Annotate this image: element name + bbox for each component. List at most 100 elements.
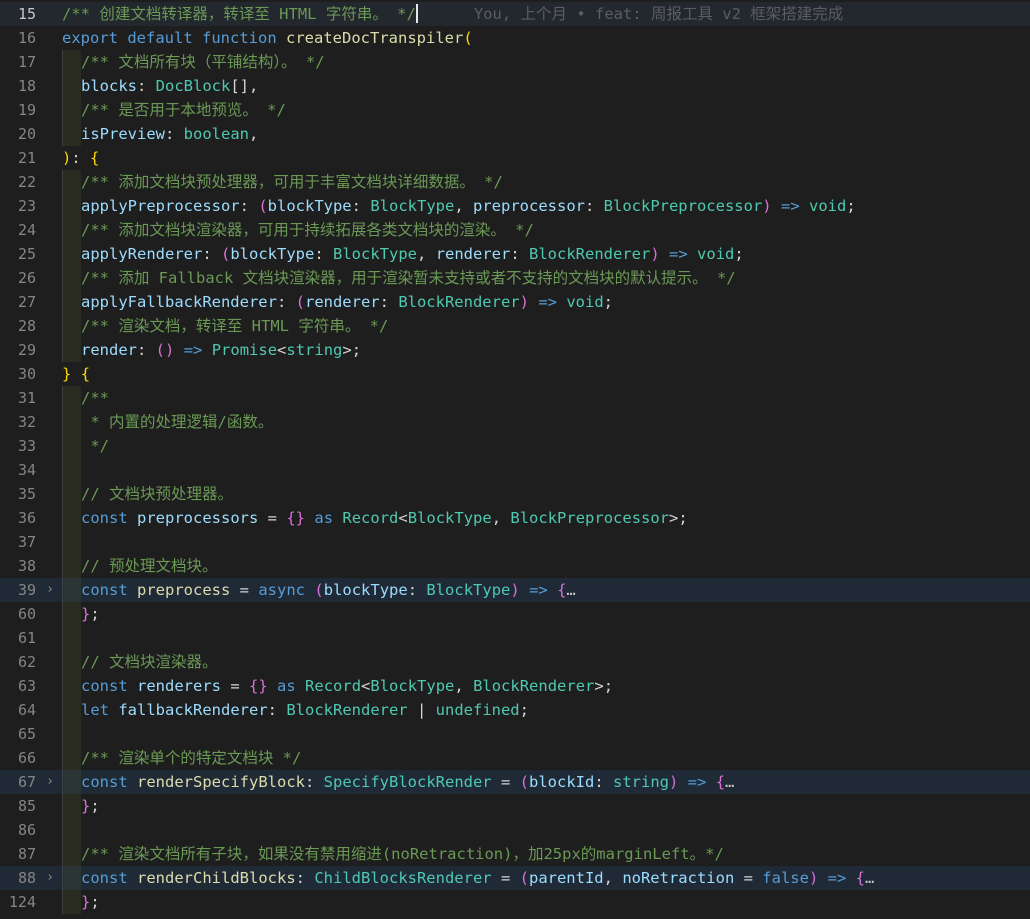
code-line[interactable]: 87 /** 渲染文档所有子块，如果没有禁用缩进(noRetraction)，加2… (0, 842, 1030, 866)
code-line[interactable]: 24 /** 添加文档块渲染器，可用于持续拓展各类文档块的渲染。 */ (0, 218, 1030, 242)
code-content[interactable]: /** 是否用于本地预览。 */ (62, 98, 1030, 122)
code-line[interactable]: 35 // 文档块预处理器。 (0, 482, 1030, 506)
code-token: => (538, 293, 557, 311)
code-content[interactable] (62, 818, 1030, 842)
indent-guide (62, 818, 81, 842)
code-line[interactable]: 25 applyRenderer: (blockType: BlockType, … (0, 242, 1030, 266)
indent-guide (62, 218, 81, 242)
code-content[interactable]: }; (62, 890, 1030, 914)
code-line[interactable]: 37 (0, 530, 1030, 554)
code-token: { (855, 869, 866, 887)
code-content[interactable]: /** 添加 Fallback 文档块渲染器，用于渲染暂未支持或者不支持的文档块… (62, 266, 1030, 290)
code-line[interactable]: 63 const renderers = {} as Record<BlockTy… (0, 674, 1030, 698)
indent-guide (62, 266, 81, 290)
code-line[interactable]: 17 /** 文档所有块（平铺结构）。 */ (0, 50, 1030, 74)
code-line[interactable]: 26 /** 添加 Fallback 文档块渲染器，用于渲染暂未支持或者不支持的文… (0, 266, 1030, 290)
code-content[interactable]: const preprocess = async (blockType: Blo… (62, 578, 1030, 602)
indent-guide (62, 602, 81, 626)
code-content[interactable]: const renderers = {} as Record<BlockType… (62, 674, 1030, 698)
code-content[interactable]: /** 渲染单个的特定文档块 */ (62, 746, 1030, 770)
line-number: 33 (17, 437, 36, 455)
code-token: /** 渲染单个的特定文档块 */ (81, 749, 302, 767)
code-content[interactable]: let fallbackRenderer: BlockRenderer | un… (62, 698, 1030, 722)
indent-guide (62, 194, 81, 218)
code-token: blockId (529, 773, 595, 791)
fold-chevron-right-icon[interactable]: › (44, 578, 56, 602)
fold-chevron-right-icon[interactable]: › (44, 770, 56, 794)
code-line[interactable]: 64 let fallbackRenderer: BlockRenderer | … (0, 698, 1030, 722)
code-line[interactable]: 19 /** 是否用于本地预览。 */ (0, 98, 1030, 122)
code-line[interactable]: 88 › const renderChildBlocks: ChildBlocksR… (0, 866, 1030, 890)
code-line[interactable]: 33 */ (0, 434, 1030, 458)
code-line[interactable]: 23 applyPreprocessor: (blockType: BlockTy… (0, 194, 1030, 218)
code-content[interactable]: applyPreprocessor: (blockType: BlockType… (62, 194, 1030, 218)
code-content[interactable]: const renderChildBlocks: ChildBlocksRend… (62, 866, 1030, 890)
code-token: renderChildBlocks (137, 869, 296, 887)
code-line[interactable]: 86 (0, 818, 1030, 842)
code-content[interactable]: }; (62, 794, 1030, 818)
line-number: 23 (17, 197, 36, 215)
code-line[interactable]: 67 › const renderSpecifyBlock: SpecifyBloc… (0, 770, 1030, 794)
code-token: /** 添加文档块预处理器，可用于丰富文档块详细数据。 */ (81, 173, 503, 191)
code-line[interactable]: 38 // 预处理文档块。 (0, 554, 1030, 578)
code-line[interactable]: 62 // 文档块渲染器。 (0, 650, 1030, 674)
code-content[interactable]: const renderSpecifyBlock: SpecifyBlockRe… (62, 770, 1030, 794)
code-token: fallbackRenderer (118, 701, 268, 719)
code-content[interactable] (62, 458, 1030, 482)
code-token: async (258, 581, 306, 599)
fold-chevron-right-icon[interactable]: › (44, 866, 56, 890)
code-content[interactable]: }; (62, 602, 1030, 626)
code-content[interactable]: } { (62, 362, 1030, 386)
code-line[interactable]: 15 /** 创建文档转译器，转译至 HTML 字符串。 */ You, 上个月 •… (0, 2, 1030, 26)
code-line[interactable]: 39 › const preprocess = async (blockType: … (0, 578, 1030, 602)
code-line[interactable]: 29 render: () => Promise<string>; (0, 338, 1030, 362)
code-content[interactable]: render: () => Promise<string>; (62, 338, 1030, 362)
code-content[interactable]: * 内置的处理逻辑/函数。 (62, 410, 1030, 434)
code-line[interactable]: 66 /** 渲染单个的特定文档块 */ (0, 746, 1030, 770)
code-content[interactable]: /** (62, 386, 1030, 410)
code-content[interactable]: /** 添加文档块渲染器，可用于持续拓展各类文档块的渲染。 */ (62, 218, 1030, 242)
code-content[interactable]: applyFallbackRenderer: (renderer: BlockR… (62, 290, 1030, 314)
code-content[interactable]: /** 渲染文档所有子块，如果没有禁用缩进(noRetraction)，加25p… (62, 842, 1030, 866)
code-line[interactable]: 36 const preprocessors = {} as Record<Blo… (0, 506, 1030, 530)
code-content[interactable] (62, 626, 1030, 650)
git-blame-annotation[interactable]: You, 上个月 • feat: 周报工具 v2 框架搭建完成 (474, 5, 843, 23)
code-content[interactable] (62, 530, 1030, 554)
code-line[interactable]: 124}; (0, 890, 1030, 914)
code-line[interactable]: 18 blocks: DocBlock[], (0, 74, 1030, 98)
code-line[interactable]: 31 /** (0, 386, 1030, 410)
code-content[interactable]: /** 渲染文档，转译至 HTML 字符串。 */ (62, 314, 1030, 338)
code-content[interactable]: isPreview: boolean, (62, 122, 1030, 146)
code-content[interactable]: /** 添加文档块预处理器，可用于丰富文档块详细数据。 */ (62, 170, 1030, 194)
code-content[interactable] (62, 722, 1030, 746)
code-content[interactable]: const preprocessors = {} as Record<Block… (62, 506, 1030, 530)
code-content[interactable]: // 文档块预处理器。 (62, 482, 1030, 506)
code-content[interactable]: blocks: DocBlock[], (62, 74, 1030, 98)
code-editor[interactable]: 15 /** 创建文档转译器，转译至 HTML 字符串。 */ You, 上个月 •… (0, 0, 1030, 919)
code-content[interactable]: /** 创建文档转译器，转译至 HTML 字符串。 */ You, 上个月 • f… (62, 2, 1030, 26)
code-token: | (407, 701, 436, 719)
code-token: function (202, 29, 277, 47)
code-content[interactable]: */ (62, 434, 1030, 458)
code-line[interactable]: 32 * 内置的处理逻辑/函数。 (0, 410, 1030, 434)
code-line[interactable]: 61 (0, 626, 1030, 650)
code-content[interactable]: ): { (62, 146, 1030, 170)
code-line[interactable]: 21): { (0, 146, 1030, 170)
code-line[interactable]: 20 isPreview: boolean, (0, 122, 1030, 146)
code-content[interactable]: // 预处理文档块。 (62, 554, 1030, 578)
code-content[interactable]: applyRenderer: (blockType: BlockType, re… (62, 242, 1030, 266)
code-line[interactable]: 85}; (0, 794, 1030, 818)
code-line[interactable]: 30} { (0, 362, 1030, 386)
code-line[interactable]: 65 (0, 722, 1030, 746)
code-line[interactable]: 16 export default function createDocTrans… (0, 26, 1030, 50)
code-content[interactable]: export default function createDocTranspi… (62, 26, 1030, 50)
code-line[interactable]: 60}; (0, 602, 1030, 626)
code-content[interactable]: /** 文档所有块（平铺结构）。 */ (62, 50, 1030, 74)
code-token: : (379, 293, 399, 311)
code-line[interactable]: 27 applyFallbackRenderer: (renderer: Bloc… (0, 290, 1030, 314)
code-line[interactable]: 34 (0, 458, 1030, 482)
code-content[interactable]: // 文档块渲染器。 (62, 650, 1030, 674)
code-line[interactable]: 28 /** 渲染文档，转译至 HTML 字符串。 */ (0, 314, 1030, 338)
code-line[interactable]: 22 /** 添加文档块预处理器，可用于丰富文档块详细数据。 */ (0, 170, 1030, 194)
